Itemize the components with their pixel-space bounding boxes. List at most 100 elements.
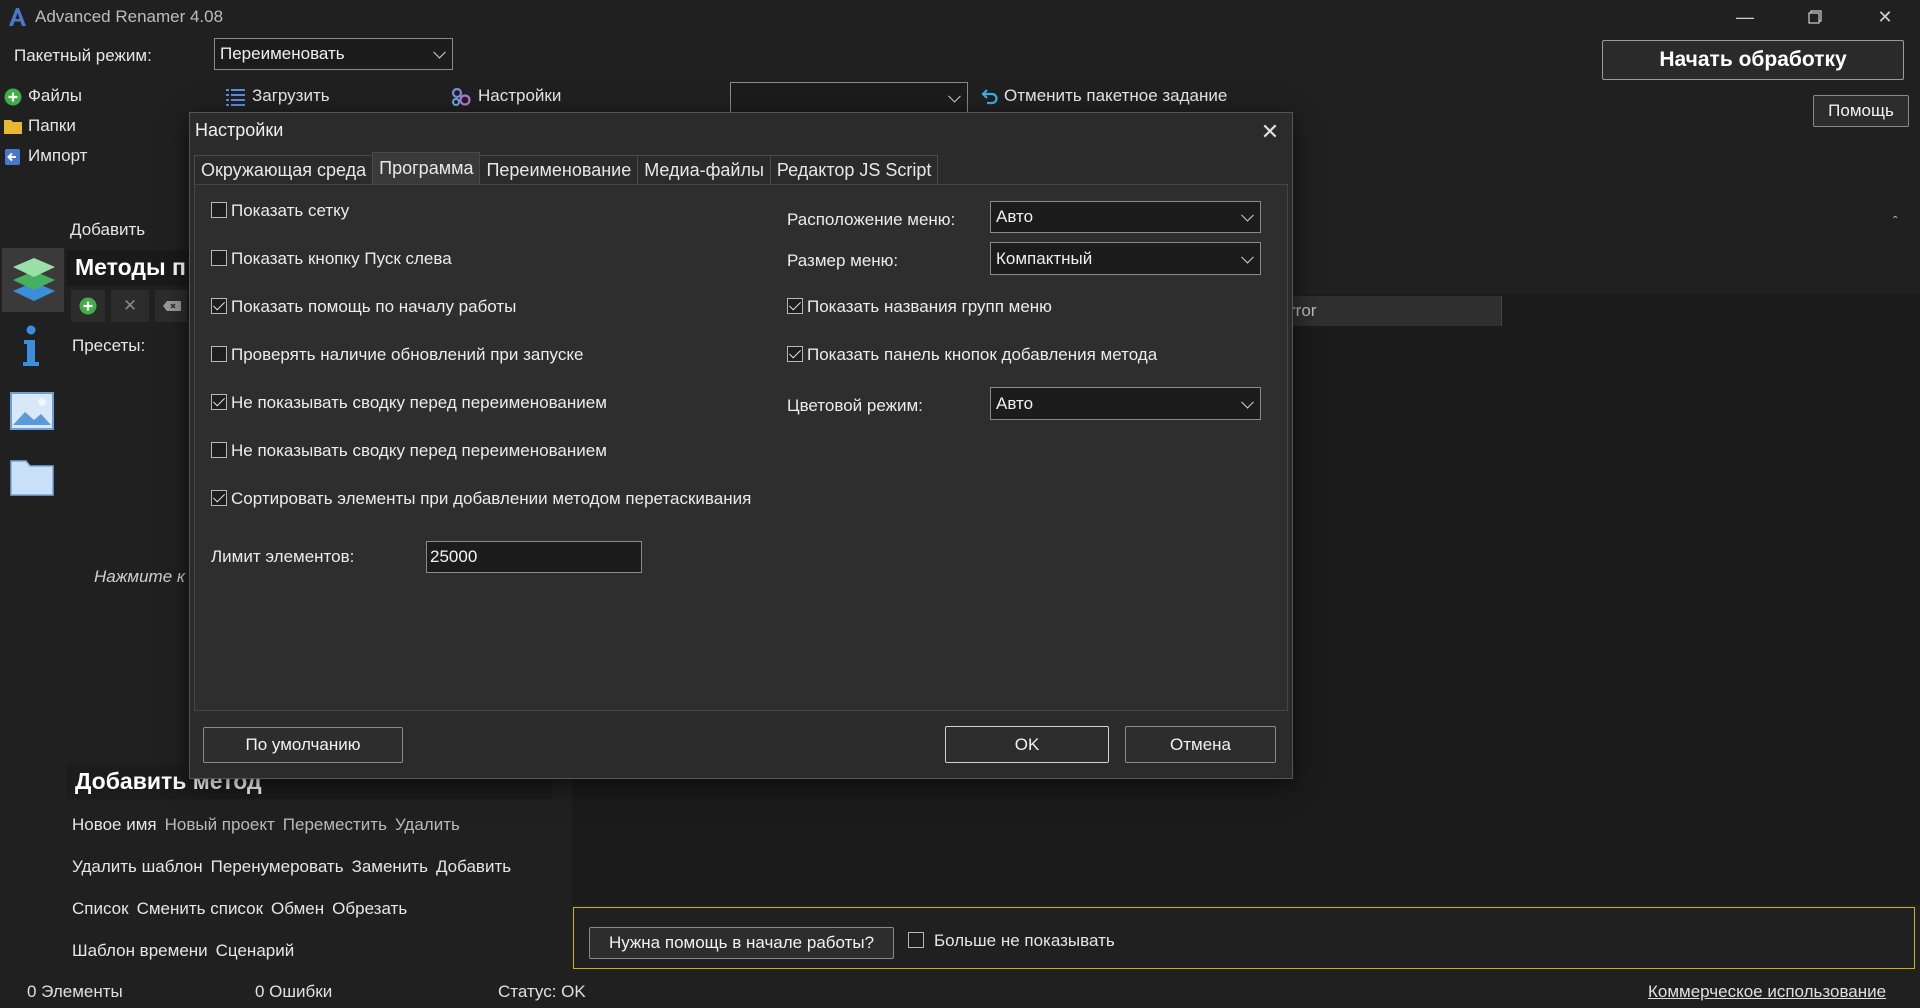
window-title: Advanced Renamer 4.08 (35, 7, 224, 26)
defaults-button[interactable]: По умолчанию (203, 727, 403, 763)
sidebar-item-label: Файлы (28, 86, 83, 105)
image-icon (10, 392, 54, 430)
start-processing-button[interactable]: Начать обработку (1602, 40, 1904, 80)
skip-summary-checkbox[interactable] (211, 394, 227, 410)
settings-dialog: Настройки ✕ Окружающая среда Программа П… (189, 112, 1293, 779)
cancel-batch-label: Отменить пакетное задание (1004, 86, 1228, 105)
show-group-names-checkbox[interactable] (787, 298, 803, 314)
settings-tabs: Окружающая среда Программа Переименовани… (194, 152, 939, 185)
color-mode-select[interactable]: Авто (990, 387, 1261, 420)
method-row: Шаблон времени Сценарий (72, 941, 302, 961)
method-row: Новое имя Новый проект Переместить Удалить (72, 815, 468, 835)
method-remove-pattern[interactable]: Удалить шаблон (72, 857, 203, 876)
tab-program[interactable]: Программа (372, 152, 481, 184)
chevron-down-icon (1241, 208, 1254, 222)
getting-started-strip: Нужна помощь в начале работы? Больше не … (573, 907, 1915, 969)
gears-icon (451, 87, 471, 106)
help-button[interactable]: Помощь (1813, 95, 1909, 127)
skip-summary-2-label: Не показывать сводку перед переименовани… (231, 441, 607, 460)
folder-icon (10, 460, 54, 496)
tab-renaming[interactable]: Переименование (479, 155, 639, 185)
method-move[interactable]: Переместить (283, 815, 387, 834)
close-icon[interactable]: ✕ (1250, 115, 1290, 149)
delete-icon[interactable]: ✕ (111, 290, 149, 322)
info-tab[interactable] (20, 325, 42, 372)
settings-label: Настройки (478, 86, 562, 105)
skip-summary-label: Не показывать сводку перед переименовани… (231, 393, 607, 412)
commercial-license-link[interactable]: Коммерческое использование (1648, 982, 1886, 1002)
column-header[interactable]: rror (1276, 296, 1502, 326)
eraser-icon (163, 301, 181, 311)
method-row: Список Сменить список Обмен Обрезать (72, 899, 415, 919)
chevron-down-icon (1241, 250, 1254, 264)
status-errors: 0 Ошибки (255, 982, 333, 1001)
tab-environment[interactable]: Окружающая среда (194, 155, 374, 185)
folders-tab[interactable] (10, 458, 54, 501)
show-add-buttons-label: Показать панель кнопок добавления метода (807, 345, 1158, 364)
show-add-buttons-checkbox[interactable] (787, 346, 803, 362)
status-text: Статус: OK (498, 982, 586, 1001)
menu-position-select[interactable]: Авто (990, 201, 1261, 233)
item-limit-input[interactable]: 25000 (426, 541, 642, 573)
skip-summary-2-checkbox[interactable] (211, 442, 227, 458)
import-icon (5, 149, 20, 165)
tab-panel-program: Показать сетку Показать кнопку Пуск слев… (194, 184, 1288, 711)
dialog-title: Настройки (195, 120, 284, 140)
menu-position-value: Авто (996, 207, 1034, 226)
menu-size-value: Компактный (996, 248, 1093, 268)
item-limit-value: 25000 (430, 547, 478, 566)
method-remove[interactable]: Удалить (395, 815, 460, 834)
method-add[interactable]: Добавить (436, 857, 511, 876)
media-tab[interactable] (10, 392, 54, 435)
chevron-down-icon (948, 89, 961, 103)
presets-label: Пресеты: (72, 336, 146, 355)
add-label: Добавить (70, 220, 146, 239)
color-mode-label: Цветовой режим: (787, 396, 923, 415)
sort-on-drop-checkbox[interactable] (211, 490, 227, 506)
show-grid-label: Показать сетку (231, 201, 350, 220)
minimize-icon[interactable]: — (1710, 0, 1780, 34)
menu-size-label: Размер меню: (787, 251, 899, 270)
methods-tab[interactable] (2, 248, 64, 312)
close-window-icon[interactable]: ✕ (1850, 0, 1920, 34)
batch-mode-label: Пакетный режим: (14, 46, 152, 65)
method-script[interactable]: Сценарий (216, 941, 295, 960)
method-replace[interactable]: Заменить (352, 857, 428, 876)
method-renumber[interactable]: Перенумеровать (211, 857, 344, 876)
tab-media-files[interactable]: Медиа-файлы (637, 155, 771, 185)
check-updates-checkbox[interactable] (211, 346, 227, 362)
hint-text: Нажмите к (94, 567, 185, 586)
chevron-down-icon (1241, 395, 1254, 409)
method-row: Удалить шаблон Перенумеровать Заменить Доба… (72, 857, 519, 877)
restore-icon[interactable] (1780, 0, 1850, 34)
method-new-name[interactable]: Новое имя (72, 815, 157, 834)
clear-button[interactable] (155, 290, 187, 322)
add-files-icon (4, 88, 22, 106)
collapse-up-icon[interactable]: ˆ (1893, 213, 1898, 229)
method-trim[interactable]: Обрезать (332, 899, 407, 918)
menu-size-select[interactable]: Компактный (990, 242, 1261, 275)
show-grid-checkbox[interactable] (211, 202, 227, 218)
batch-job-select[interactable] (730, 82, 968, 113)
show-start-left-checkbox[interactable] (211, 250, 227, 266)
ok-button[interactable]: OK (945, 726, 1109, 763)
sidebar-item-label: Импорт (28, 146, 88, 165)
load-label: Загрузить (252, 86, 330, 105)
getting-started-button[interactable]: Нужна помощь в начале работы? (589, 927, 894, 959)
cancel-button[interactable]: Отмена (1125, 726, 1276, 763)
methods-header: Методы п (75, 254, 186, 280)
tab-js-script-editor[interactable]: Редактор JS Script (769, 155, 939, 185)
add-method-button[interactable] (71, 290, 105, 322)
method-new-project[interactable]: Новый проект (165, 815, 275, 834)
layers-icon (13, 258, 55, 301)
method-swap[interactable]: Обмен (271, 899, 324, 918)
method-timestamp[interactable]: Шаблон времени (72, 941, 208, 960)
show-group-names-label: Показать названия групп меню (807, 297, 1052, 316)
show-getting-started-checkbox[interactable] (211, 298, 227, 314)
color-mode-value: Авто (996, 393, 1034, 413)
batch-mode-select[interactable]: Переименовать (214, 38, 453, 70)
method-list-replace[interactable]: Сменить список (137, 899, 263, 918)
method-list[interactable]: Список (72, 899, 129, 918)
batch-mode-value: Переименовать (220, 44, 345, 63)
dont-show-checkbox[interactable] (908, 932, 924, 948)
